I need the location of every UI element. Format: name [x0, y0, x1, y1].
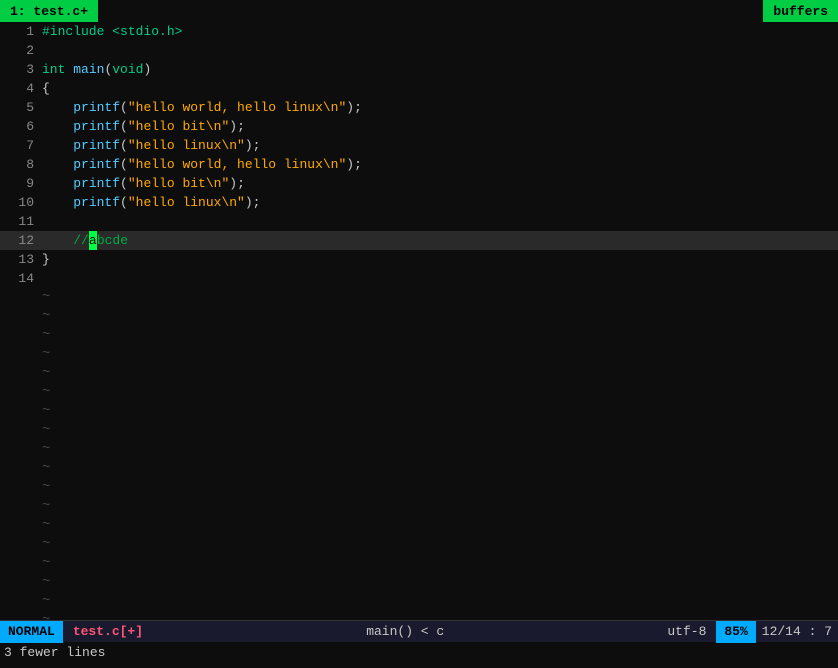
tilde-line-7: ~: [0, 402, 838, 421]
tilde-line-3: ~: [0, 326, 838, 345]
code-line-14: 14: [0, 269, 838, 288]
tilde-line-2: ~: [0, 307, 838, 326]
tilde-line-8: ~: [0, 421, 838, 440]
line-num-14: 14: [4, 269, 34, 288]
tilde-line-16: ~: [0, 573, 838, 592]
line-content-1: #include <stdio.h>: [42, 22, 182, 41]
line-content-9: printf("hello bit\n");: [42, 174, 245, 193]
status-bar: NORMAL test.c[+] main() < c utf-8 85% 12…: [0, 620, 838, 642]
tilde-line-15: ~: [0, 554, 838, 573]
status-file: test.c[+]: [63, 624, 153, 639]
code-line-2: 2: [0, 41, 838, 60]
tilde-line-18: ~: [0, 611, 838, 620]
editor: 1: test.c+ buffers 1 #include <stdio.h> …: [0, 0, 838, 620]
code-line-8: 8 printf("hello world, hello linux\n");: [0, 155, 838, 174]
line-num-3: 3: [4, 60, 34, 79]
tilde-line-17: ~: [0, 592, 838, 611]
line-num-9: 9: [4, 174, 34, 193]
tilde-line-4: ~: [0, 345, 838, 364]
tilde-line-6: ~: [0, 383, 838, 402]
line-content-4: {: [42, 79, 50, 98]
line-num-11: 11: [4, 212, 34, 231]
mode-badge: NORMAL: [0, 621, 63, 643]
status-encoding: utf-8: [657, 624, 716, 639]
tilde-line-14: ~: [0, 535, 838, 554]
line-num-5: 5: [4, 98, 34, 117]
tab-filename[interactable]: 1: test.c+: [0, 0, 98, 22]
line-num-2: 2: [4, 41, 34, 60]
line-content-12: //abcde: [42, 231, 128, 250]
line-content-13: }: [42, 250, 50, 269]
tilde-line-12: ~: [0, 497, 838, 516]
tilde-line-11: ~: [0, 478, 838, 497]
line-num-10: 10: [4, 193, 34, 212]
code-line-13: 13 }: [0, 250, 838, 269]
code-line-9: 9 printf("hello bit\n");: [0, 174, 838, 193]
tilde-line-9: ~: [0, 440, 838, 459]
code-line-3: 3 int main(void): [0, 60, 838, 79]
bottom-message: 3 fewer lines: [0, 642, 838, 662]
line-num-6: 6: [4, 117, 34, 136]
line-num-1: 1: [4, 22, 34, 41]
tilde-line-1: ~: [0, 288, 838, 307]
code-line-11: 11: [0, 212, 838, 231]
status-lineinfo: 12/14 : 7: [756, 624, 838, 639]
status-func: main() < c: [153, 624, 657, 639]
code-line-1: 1 #include <stdio.h>: [0, 22, 838, 41]
tilde-line-5: ~: [0, 364, 838, 383]
tab-buffers-button[interactable]: buffers: [763, 0, 838, 22]
line-num-12: 12: [4, 231, 34, 250]
code-line-4: 4 {: [0, 79, 838, 98]
tilde-line-13: ~: [0, 516, 838, 535]
tab-bar: 1: test.c+ buffers: [0, 0, 838, 22]
line-num-13: 13: [4, 250, 34, 269]
cursor: a: [89, 231, 97, 250]
line-num-4: 4: [4, 79, 34, 98]
line-content-6: printf("hello bit\n");: [42, 117, 245, 136]
line-content-10: printf("hello linux\n");: [42, 193, 260, 212]
code-line-5: 5 printf("hello world, hello linux\n");: [0, 98, 838, 117]
line-num-8: 8: [4, 155, 34, 174]
tilde-line-10: ~: [0, 459, 838, 478]
line-content-5: printf("hello world, hello linux\n");: [42, 98, 362, 117]
line-content-8: printf("hello world, hello linux\n");: [42, 155, 362, 174]
code-area: 1 #include <stdio.h> 2 3 int main(void) …: [0, 22, 838, 620]
code-line-6: 6 printf("hello bit\n");: [0, 117, 838, 136]
code-line-7: 7 printf("hello linux\n");: [0, 136, 838, 155]
line-content-3: int main(void): [42, 60, 151, 79]
line-content-7: printf("hello linux\n");: [42, 136, 260, 155]
code-line-12: 12 //abcde: [0, 231, 838, 250]
code-line-10: 10 printf("hello linux\n");: [0, 193, 838, 212]
line-num-7: 7: [4, 136, 34, 155]
status-percent: 85%: [716, 621, 755, 643]
